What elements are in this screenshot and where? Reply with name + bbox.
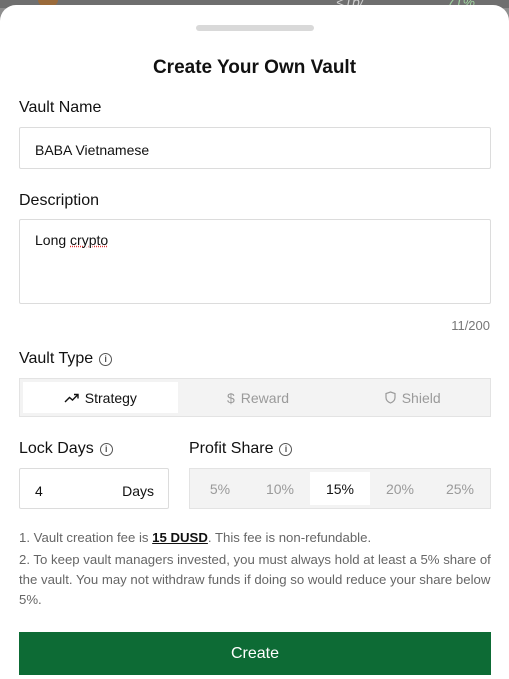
vault-type-option-label: Shield [401, 389, 441, 406]
create-button[interactable]: Create [19, 632, 491, 675]
vault-type-option-shield[interactable]: Shield [335, 379, 490, 416]
vault-type-label: Vault Type i [19, 350, 113, 368]
vault-name-label-text: Vault Name [19, 99, 102, 116]
vault-name-input[interactable]: BABA Vietnamese [19, 127, 491, 169]
info-icon[interactable]: i [279, 442, 293, 456]
bottom-sheet: Create Your Own Vault Vault Name BABA Vi… [0, 5, 509, 679]
fee-note: 1. Vault creation fee is 15 DUSD. This f… [19, 528, 491, 548]
profit-share-option-20[interactable]: 20% [370, 472, 430, 505]
lock-days-input[interactable]: 4 Days [19, 468, 169, 509]
vault-type-option-label: Strategy [84, 389, 137, 406]
vault-type-option-label: Reward [240, 389, 290, 406]
drag-handle[interactable] [196, 25, 314, 31]
info-icon[interactable]: i [99, 352, 113, 366]
vault-type-option-strategy[interactable]: Strategy [23, 382, 178, 413]
profit-share-option-10[interactable]: 10% [250, 472, 310, 505]
lock-days-label: Lock Days i [19, 440, 113, 458]
share-requirement-note: 2. To keep vault managers invested, you … [19, 552, 491, 607]
fee-amount: 15 DUSD [152, 530, 208, 545]
info-icon[interactable]: i [99, 442, 113, 456]
description-label: Description [19, 192, 99, 210]
lock-days-suffix: Days [122, 483, 154, 499]
sheet-title: Create Your Own Vault [152, 57, 357, 78]
dollar-icon: $ [226, 389, 235, 406]
description-value-prefix: Long [35, 232, 71, 248]
profit-share-option-5[interactable]: 5% [190, 472, 250, 505]
description-value: Long crypto [35, 232, 108, 248]
profit-share-label-text: Profit Share [189, 440, 274, 457]
description-label-text: Description [19, 192, 100, 209]
vault-type-selector: Strategy $ Reward Shield [19, 378, 491, 417]
vault-name-value: BABA Vietnamese [35, 142, 150, 158]
profit-share-option-25[interactable]: 25% [430, 472, 490, 505]
fee-note-prefix: 1. Vault creation fee is [19, 530, 153, 545]
description-char-counter: 11/200 [451, 318, 490, 333]
profit-share-selector: 5% 10% 15% 20% 25% [189, 468, 491, 509]
lock-days-value: 4 [35, 483, 43, 499]
vault-type-option-reward[interactable]: $ Reward [181, 379, 336, 416]
profit-share-label: Profit Share i [189, 440, 293, 458]
fee-note-suffix: . This fee is non-refundable. [207, 530, 372, 545]
vault-name-label: Vault Name [19, 99, 101, 117]
shield-icon [385, 391, 396, 404]
description-value-word: crypto [70, 232, 109, 248]
vault-type-label-text: Vault Type [19, 350, 94, 367]
lock-days-label-text: Lock Days [19, 440, 94, 457]
trending-up-icon [64, 393, 79, 402]
profit-share-option-15[interactable]: 15% [310, 472, 370, 505]
description-textarea[interactable]: Long crypto [19, 219, 491, 304]
